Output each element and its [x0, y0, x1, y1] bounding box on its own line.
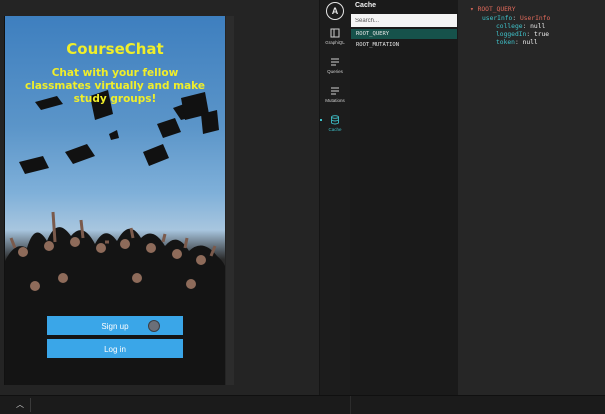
cache-search-input[interactable]: [351, 14, 457, 27]
list-icon: [331, 58, 339, 66]
detail-object-key: userInfo: [482, 15, 513, 22]
simulator-side-strip: [226, 16, 234, 385]
nav-label: GraphiQL: [325, 40, 345, 45]
field-value: null: [522, 39, 538, 46]
field-key: token: [496, 39, 515, 46]
nav-label: Cache: [328, 127, 342, 132]
active-indicator: [320, 119, 322, 121]
cache-entry-root-mutation[interactable]: ROOT_MUTATION: [351, 40, 457, 50]
list-icon: [331, 87, 339, 95]
app-tagline: Chat with your fellow classmates virtual…: [25, 67, 205, 105]
field-value: null: [530, 23, 546, 30]
field-value: true: [533, 31, 550, 38]
detail-root-line[interactable]: ▾ ROOT_QUERY: [470, 6, 516, 14]
detail-field-row: loggedIn: true: [496, 31, 550, 38]
phone-screen: CourseChat Chat with your fellow classma…: [4, 16, 225, 385]
toolbar-divider: [350, 396, 351, 414]
sign-up-button[interactable]: Sign up: [47, 316, 183, 335]
nav-queries[interactable]: Queries: [320, 57, 350, 74]
bottom-toolbar: ︿: [0, 395, 605, 414]
database-icon: [331, 115, 339, 125]
nav-graphiql[interactable]: GraphiQL: [320, 28, 350, 45]
cache-entry-root-query[interactable]: ROOT_QUERY: [351, 29, 457, 39]
detail-field-row: college: null: [496, 23, 546, 30]
nav-mutations[interactable]: Mutations: [320, 86, 350, 103]
expand-caret-icon[interactable]: ▾: [470, 6, 478, 13]
field-key: loggedIn: [496, 31, 527, 38]
nav-label: Queries: [327, 69, 343, 74]
nav-cache[interactable]: Cache: [320, 115, 350, 132]
detail-object-type: UserInfo: [519, 15, 551, 22]
touch-cursor: [148, 320, 160, 332]
apollo-logo: A: [326, 2, 344, 20]
chevron-up-icon[interactable]: ︿: [16, 399, 24, 410]
nav-label: Mutations: [325, 98, 345, 103]
detail-object-line: userInfo: UserInfo: [482, 15, 551, 22]
cache-detail-panel: ▾ ROOT_QUERY userInfo: UserInfo college:…: [458, 0, 605, 395]
window-icon: [330, 28, 340, 38]
detail-field-row: token: null: [496, 39, 538, 46]
cache-title: Cache: [355, 2, 377, 9]
log-in-button[interactable]: Log in: [47, 339, 183, 358]
toolbar-divider: [30, 398, 31, 412]
detail-root-key: ROOT_QUERY: [477, 6, 516, 13]
cache-panel: Cache ROOT_QUERY ROOT_MUTATION: [350, 0, 458, 395]
simulator-area: CourseChat Chat with your fellow classma…: [0, 0, 320, 395]
devtools-nav: A GraphiQL Queries Mutations Cache: [320, 0, 350, 395]
app-title: CourseChat: [66, 40, 164, 58]
field-key: college: [496, 23, 523, 30]
